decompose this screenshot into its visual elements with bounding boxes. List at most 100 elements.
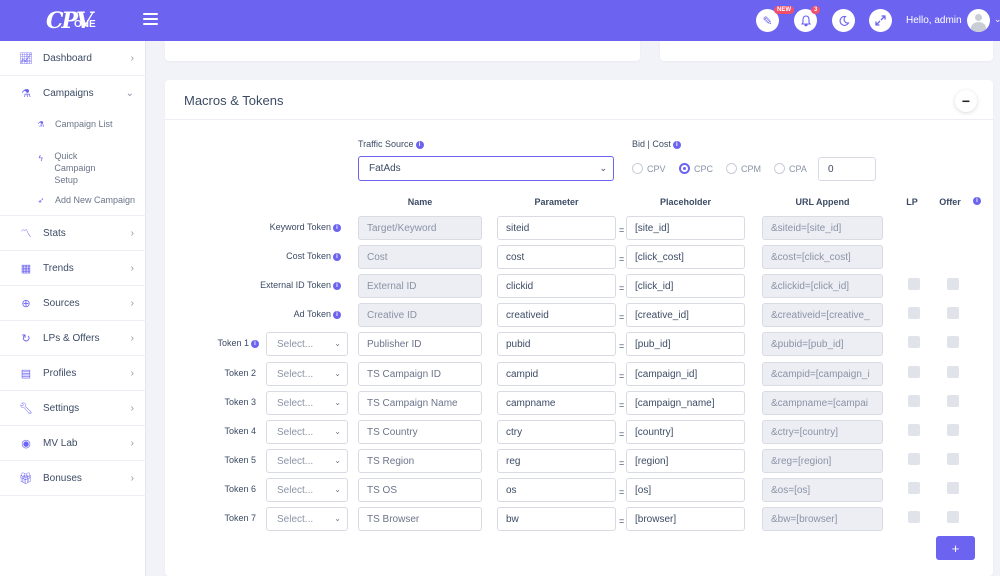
offer-checkbox[interactable] xyxy=(947,482,959,494)
row-label: Token 5 xyxy=(165,455,256,465)
token-name-field[interactable]: TS Campaign ID xyxy=(358,362,482,386)
offer-checkbox[interactable] xyxy=(947,366,959,378)
token-select[interactable]: Select... ⌄ xyxy=(266,332,348,356)
token-select[interactable]: Select... ⌄ xyxy=(266,507,348,531)
token-name-field[interactable]: Publisher ID xyxy=(358,332,482,356)
offer-checkbox[interactable] xyxy=(947,336,959,348)
token-parameter-field[interactable]: bw xyxy=(497,507,616,531)
info-icon[interactable]: i xyxy=(333,282,341,290)
token-select-value: Select... xyxy=(277,426,314,438)
bid-value-input[interactable]: 0 xyxy=(818,157,876,181)
offer-checkbox[interactable] xyxy=(947,453,959,465)
sidebar-item-lps-offers[interactable]: ↻ LPs & Offers › xyxy=(0,321,146,356)
token-placeholder-field[interactable]: [campaign_id] xyxy=(626,362,745,386)
sidebar-item-campaigns[interactable]: ⚗ Campaigns ⌄ xyxy=(0,76,146,111)
token-select[interactable]: Select... ⌄ xyxy=(266,449,348,473)
offer-checkbox[interactable] xyxy=(947,278,959,290)
sidebar-item-settings[interactable]: 🔧︎ Settings › xyxy=(0,391,146,426)
token-placeholder-field[interactable]: [country] xyxy=(626,420,745,444)
lp-checkbox[interactable] xyxy=(908,278,920,290)
token-parameter-field[interactable]: ctry xyxy=(497,420,616,444)
token-placeholder-field[interactable]: [pub_id] xyxy=(626,332,745,356)
offer-checkbox[interactable] xyxy=(947,424,959,436)
token-name-field[interactable]: TS Region xyxy=(358,449,482,473)
token-placeholder-field[interactable]: [browser] xyxy=(626,507,745,531)
info-icon[interactable]: i xyxy=(333,253,341,261)
token-parameter-field[interactable]: campname xyxy=(497,391,616,415)
token-placeholder-field[interactable]: [site_id] xyxy=(626,216,745,240)
token-parameter-field[interactable]: siteid xyxy=(497,216,616,240)
info-icon[interactable]: i xyxy=(333,224,341,232)
offer-checkbox[interactable] xyxy=(947,511,959,523)
sidebar-subitem-campaign-list[interactable]: ⚗ Campaign List xyxy=(0,118,146,130)
sidebar-subitem-quick-setup[interactable]: ϟ Quick Campaign Setup xyxy=(0,150,120,186)
sidebar-item-bonuses[interactable]: 🎁︎ Bonuses › xyxy=(0,461,146,496)
sidebar-item-trends[interactable]: ▦ Trends › xyxy=(0,251,146,286)
token-placeholder-field[interactable]: [region] xyxy=(626,449,745,473)
macros-tokens-card: Macros & Tokens − Traffic Source i FatAds… xyxy=(165,80,993,576)
token-name-field[interactable]: TS Browser xyxy=(358,507,482,531)
column-header-name: Name xyxy=(407,197,433,207)
sidebar-item-stats[interactable]: 〽 Stats › xyxy=(0,216,146,251)
token-parameter-field[interactable]: reg xyxy=(497,449,616,473)
token-parameter-field[interactable]: cost xyxy=(497,245,616,269)
token-select-value: Select... xyxy=(277,338,314,350)
token-parameter-field[interactable]: clickid xyxy=(497,274,616,298)
offer-checkbox[interactable] xyxy=(947,307,959,319)
token-parameter-field[interactable]: pubid xyxy=(497,332,616,356)
sidebar-item-mv-lab[interactable]: ◉ MV Lab › xyxy=(0,426,146,461)
add-token-button[interactable]: + xyxy=(936,536,975,560)
radio-cpa[interactable]: CPA xyxy=(774,163,807,174)
token-placeholder-field[interactable]: [creative_id] xyxy=(626,303,745,327)
globe-icon: ⊕ xyxy=(21,297,31,310)
token-placeholder-field[interactable]: [os] xyxy=(626,478,745,502)
sidebar-item-profiles[interactable]: ▤ Profiles › xyxy=(0,356,146,391)
user-menu-chevron-down-icon[interactable]: ⌄ xyxy=(994,14,1000,25)
lp-checkbox[interactable] xyxy=(908,424,920,436)
dark-mode-toggle[interactable] xyxy=(832,9,855,32)
token-select[interactable]: Select... ⌄ xyxy=(266,362,348,386)
token-select-value: Select... xyxy=(277,455,314,467)
sidebar-subitem-add-campaign[interactable]: ➶ Add New Campaign xyxy=(0,194,146,206)
collapse-button[interactable]: − xyxy=(955,90,977,112)
token-parameter-field[interactable]: creativeid xyxy=(497,303,616,327)
token-parameter-field[interactable]: os xyxy=(497,478,616,502)
radio-cpc[interactable]: CPC xyxy=(679,163,713,174)
token-select[interactable]: Select... ⌄ xyxy=(266,478,348,502)
info-icon[interactable]: i xyxy=(333,311,341,319)
lp-checkbox[interactable] xyxy=(908,395,920,407)
lp-checkbox[interactable] xyxy=(908,336,920,348)
app-logo[interactable]: CPV ONE xyxy=(46,6,106,36)
lp-checkbox[interactable] xyxy=(908,453,920,465)
info-icon[interactable]: i xyxy=(415,141,424,149)
sidebar-item-sources[interactable]: ⊕ Sources › xyxy=(0,286,146,321)
lp-checkbox[interactable] xyxy=(908,482,920,494)
trends-icon: ▦ xyxy=(20,262,32,275)
offer-checkbox[interactable] xyxy=(947,395,959,407)
token-select[interactable]: Select... ⌄ xyxy=(266,391,348,415)
token-parameter-field[interactable]: campid xyxy=(497,362,616,386)
radio-cpv[interactable]: CPV xyxy=(632,163,666,174)
avatar[interactable] xyxy=(967,9,990,32)
traffic-source-select[interactable]: FatAds ⌄ xyxy=(358,156,614,181)
lp-checkbox[interactable] xyxy=(908,307,920,319)
user-greeting[interactable]: Hello, admin xyxy=(906,15,962,26)
token-name-field[interactable]: TS Country xyxy=(358,420,482,444)
info-icon[interactable]: i xyxy=(251,340,259,348)
info-icon[interactable]: i xyxy=(973,197,981,205)
fullscreen-button[interactable] xyxy=(869,9,892,32)
radio-cpm[interactable]: CPM xyxy=(726,163,761,174)
token-placeholder-field[interactable]: [click_id] xyxy=(626,274,745,298)
lp-checkbox[interactable] xyxy=(908,511,920,523)
token-select[interactable]: Select... ⌄ xyxy=(266,420,348,444)
token-name-field[interactable]: TS Campaign Name xyxy=(358,391,482,415)
token-placeholder-field[interactable]: [campaign_name] xyxy=(626,391,745,415)
sidebar-item-dashboard[interactable]: 📈︎ Dashboard › xyxy=(0,41,146,76)
token-placeholder-field[interactable]: [click_cost] xyxy=(626,245,745,269)
mv-lab-icon: ◉ xyxy=(21,437,31,450)
lp-checkbox[interactable] xyxy=(908,366,920,378)
hamburger-menu-icon[interactable] xyxy=(143,13,158,26)
moon-icon xyxy=(838,15,850,26)
info-icon[interactable]: i xyxy=(672,141,681,149)
token-name-field[interactable]: TS OS xyxy=(358,478,482,502)
